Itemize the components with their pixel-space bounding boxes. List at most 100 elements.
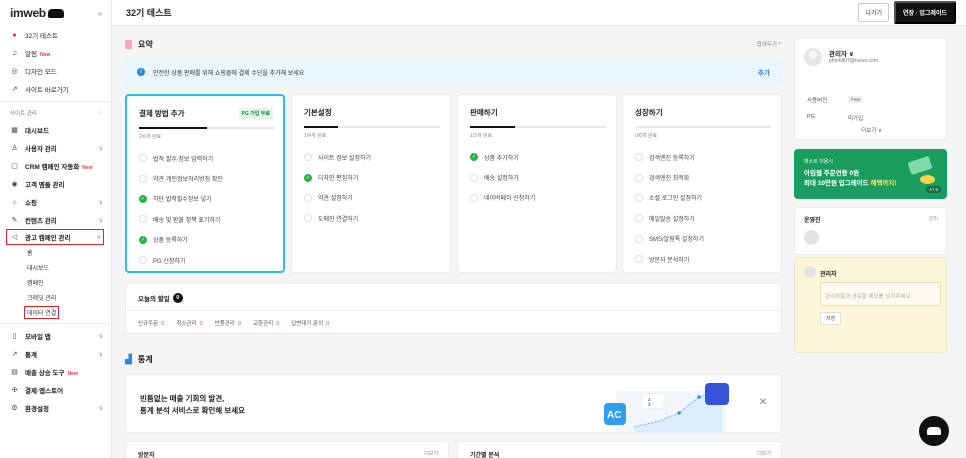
todo-stat-exchange[interactable]: 교환관리 0	[253, 319, 279, 327]
sidebar-item-alerts[interactable]: ♫ 알림 New	[0, 44, 111, 62]
stat-label: 답변대기 문의	[291, 321, 324, 327]
progress-bar	[470, 126, 606, 128]
checklist-item[interactable]: PG 신청하기	[139, 250, 273, 270]
visitors-card[interactable]: 방문자 더보기	[125, 441, 449, 458]
period-analysis-card[interactable]: 기간별 분석 더보기	[457, 441, 782, 458]
sidebar-item-mobile-app[interactable]: ▯ 모바일 앱 ∨	[0, 327, 111, 345]
checklist-card-sales[interactable]: 판매하기 1/3개 완료 ✓ 상품 추가하기 배송 설정하기 네이버페이 신청하기	[457, 94, 617, 273]
sidebar-item-shopping[interactable]: ⌂ 쇼핑 ∨	[0, 193, 111, 211]
external-link-icon: ↗	[11, 86, 18, 93]
sidebar-item-dashboard[interactable]: ▦ 대시보드	[0, 121, 111, 139]
checklist-item[interactable]: 약관·개인정보처리방침 확인	[139, 168, 273, 188]
site-name: 32기 테스트	[25, 33, 58, 40]
topbar: 32기 테스트 나가기 연장 · 업그레이드	[112, 0, 966, 26]
checklist-item[interactable]: 방문자 분석하기	[635, 249, 771, 269]
sidebar-item-label: 결제·앱스토어	[25, 388, 64, 395]
sub-item-home[interactable]: 홈	[0, 245, 111, 260]
sidebar-item-users[interactable]: ♙ 사용자 관리 ∨	[0, 139, 111, 157]
sidebar-item-sales-tools[interactable]: ▤ 매출 상승 도구 New	[0, 363, 111, 381]
sub-item-label: 캠페인	[27, 281, 44, 287]
collapse-sidebar-icon[interactable]: «	[98, 9, 102, 18]
checklist-item[interactable]: 법적 필수 정보 입력하기	[139, 148, 273, 168]
sidebar-item-label: 통계	[25, 352, 37, 359]
stat-value: 0	[326, 321, 330, 327]
checklist-item-label: 네이버페이 신청하기	[484, 196, 536, 203]
sidebar-item-payment-store[interactable]: ✣ 결제·앱스토어	[0, 381, 111, 399]
ad-pager[interactable]: 4 / 6	[926, 186, 941, 193]
checklist-item[interactable]: ✓ 하단 법적필수정보 넣기	[139, 189, 273, 209]
profile-email: phm6807@naver.com	[829, 58, 878, 64]
sidebar-item-design-mode[interactable]: ◎ 디자인 모드	[0, 62, 111, 80]
checklist-item[interactable]: SMS/알림톡 설정하기	[635, 229, 771, 249]
check-done-icon: ✓	[304, 173, 312, 182]
todo-stat-cancel[interactable]: 취소관리 0	[176, 319, 202, 327]
chevron-down-icon: ∨	[98, 145, 103, 152]
sub-item-campaign[interactable]: 캠페인	[0, 275, 111, 290]
profile-card: 관리자 ∨ phm6807@naver.com 사용버전 Free PG 미가입 더…	[794, 37, 947, 140]
progress-bar	[139, 127, 275, 129]
todo-stat-return[interactable]: 반품관리 0	[215, 319, 241, 327]
chevron-down-icon: ∨	[98, 351, 103, 358]
divider	[126, 310, 781, 311]
more-icon[interactable]: ⋮	[97, 110, 103, 116]
exit-button[interactable]: 나가기	[858, 3, 890, 22]
sidebar-item-statistics[interactable]: ↗ 통계 ∨	[0, 345, 111, 363]
checklist-item[interactable]: 배송 및 환불 정책 표기하기	[139, 209, 273, 229]
logo-row: imweb «	[0, 0, 111, 26]
checklist-item[interactable]: 소셜 로그인 설정하기	[635, 188, 771, 208]
sub-item-label: 홈	[27, 251, 33, 257]
checklist-item[interactable]: ✓ 상품 등록하기	[139, 230, 273, 250]
card-title: 기본설정	[304, 108, 332, 117]
statistics-promo-banner[interactable]: 빈틈없는 매출 기회의 발견, 통계 분석 서비스로 확인해 보세요 AC 2 …	[125, 374, 782, 433]
sidebar-item-crm[interactable]: ▢ CRM 캠페인 자동화 New	[0, 157, 111, 175]
checklist-card-basic[interactable]: 기본설정 1/4개 완료 사이트 정보 설정하기 ✓ 디자인 편집하기 약관 설정하기…	[291, 94, 451, 273]
logo[interactable]: imweb	[10, 6, 64, 20]
checklist-card-payment[interactable]: 결제 방법 추가 PG 가입 무료 2/6개 완료 법적 필수 정보 입력하기 약관…	[125, 94, 285, 273]
coin-icon	[920, 175, 935, 184]
close-icon[interactable]: ✕	[759, 397, 767, 408]
megaphone-icon: ◁	[11, 234, 18, 241]
more-link[interactable]: 더보기	[757, 450, 771, 458]
todo-stat-new-orders[interactable]: 신규주문 0	[138, 319, 164, 327]
sub-item-dashboard[interactable]: 대시보드	[0, 260, 111, 275]
checklist-item[interactable]: ✓ 디자인 편집하기	[304, 167, 440, 187]
progress-fill	[470, 126, 515, 128]
checklist-item[interactable]: ✓ 상품 추가하기	[470, 147, 606, 167]
summary-title: 요약	[138, 40, 153, 49]
checklist-item[interactable]: 검색엔진 최적화	[635, 167, 771, 187]
check-empty-icon	[635, 214, 643, 223]
site-selector[interactable]: ● 32기 테스트	[0, 26, 111, 44]
collapse-summary-link[interactable]: 접어두기 ^	[757, 40, 781, 48]
sidebar-item-label: 환경설정	[25, 406, 49, 413]
checklist-card-growth[interactable]: 성장하기 0/6개 완료 검색엔진 등록하기 검색엔진 최적화 소셜 로그인 설정하…	[622, 94, 782, 273]
chat-button[interactable]	[919, 416, 949, 446]
sidebar-item-settings[interactable]: ⚙ 환경설정 ∨	[0, 399, 111, 417]
promo-ad-banner[interactable]: 퍼스트 이용시 아임웹 주문연동 0원 최대 10만원 업그레이드 혜택까지! …	[794, 149, 947, 199]
sidebar-item-contents[interactable]: ✎ 컨텐츠 관리 ∨	[0, 211, 111, 229]
profile-more-button[interactable]: 더보기 ∨	[795, 126, 948, 134]
sub-item-credit[interactable]: 크레딧 관리	[0, 290, 111, 305]
sidebar-item-ad-campaign[interactable]: ◁ 광고 캠페인 관리 ∧	[6, 229, 104, 245]
todo-stat-inquiry[interactable]: 답변대기 문의 0	[291, 319, 329, 327]
statistics-title: 통계	[137, 355, 153, 364]
checklist-item[interactable]: 메일발송 설정하기	[635, 208, 771, 228]
upgrade-button[interactable]: 연장 · 업그레이드	[894, 1, 956, 24]
checklist-item[interactable]: 네이버페이 신청하기	[470, 188, 606, 208]
memo-save-button[interactable]: 저장	[820, 312, 842, 325]
memo-input[interactable]: 관리자들과 공유할 메모를 남겨주세요	[820, 282, 941, 306]
operators-manage-link[interactable]: 관리	[929, 215, 938, 222]
sidebar-item-visit-site[interactable]: ↗ 사이트 바로가기	[0, 80, 111, 98]
notice-add-button[interactable]: 추가	[758, 67, 770, 77]
sidebar-item-label: CRM 캠페인 자동화	[25, 164, 80, 171]
checklist-item[interactable]: 도메인 연결하기	[304, 208, 440, 228]
checklist-item[interactable]: 검색엔진 등록하기	[635, 147, 771, 167]
checklist-item[interactable]: 사이트 정보 설정하기	[304, 147, 440, 167]
more-link[interactable]: 더보기	[424, 450, 438, 458]
progress-count: 1/3개 완료	[470, 133, 493, 139]
profile-name[interactable]: 관리자 ∨	[829, 48, 854, 58]
sidebar-item-customer-groups[interactable]: ◉ 고객 멤돌 관리	[0, 175, 111, 193]
sub-item-data-connect[interactable]: 데이터 연결	[0, 305, 111, 320]
checklist-item[interactable]: 배송 설정하기	[470, 167, 606, 187]
checklist-item[interactable]: 약관 설정하기	[304, 188, 440, 208]
ad-line-1: 퍼스트 이용시	[804, 159, 833, 165]
